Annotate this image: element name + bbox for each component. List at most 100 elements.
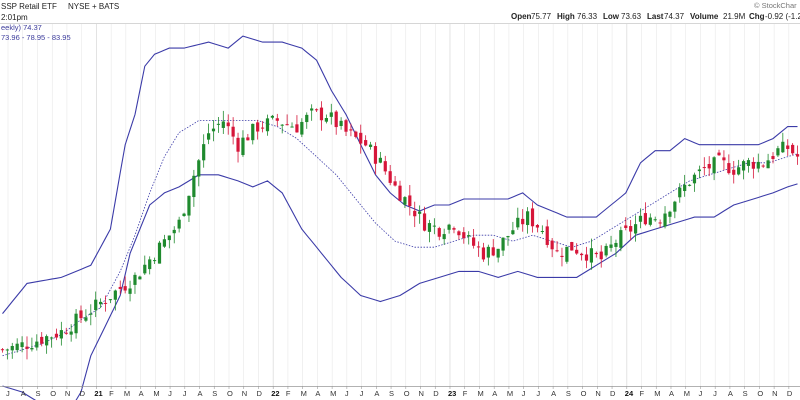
- candle-body: [648, 217, 652, 225]
- candle-body: [687, 184, 692, 186]
- candle: [295, 115, 299, 133]
- candle: [633, 215, 638, 242]
- candle: [344, 118, 348, 136]
- candle-body: [285, 124, 289, 126]
- candle: [545, 219, 549, 248]
- candle-body: [79, 310, 83, 319]
- candle-body: [256, 122, 260, 132]
- candle: [432, 218, 436, 235]
- candle-body: [393, 181, 397, 186]
- candle-body: [717, 152, 721, 156]
- candle-body: [128, 288, 132, 294]
- x-tick-label: M: [153, 389, 159, 398]
- candle: [153, 257, 157, 265]
- candle: [746, 157, 751, 173]
- candle-body: [89, 313, 93, 315]
- candle-body: [231, 126, 235, 137]
- candle-body: [226, 122, 230, 127]
- candle-body: [270, 115, 274, 118]
- candle: [604, 243, 608, 258]
- x-tick-label: M: [330, 389, 336, 398]
- candle: [265, 114, 270, 136]
- x-tick-label: O: [757, 389, 763, 398]
- candle-body: [25, 346, 29, 349]
- candle-body: [638, 215, 643, 222]
- candle: [530, 202, 535, 233]
- candle: [462, 227, 466, 244]
- candle: [10, 342, 14, 359]
- candle-body: [697, 169, 701, 172]
- candle: [30, 337, 34, 352]
- candle-body: [653, 219, 657, 221]
- x-tick-label: 21: [94, 389, 102, 398]
- candle: [314, 108, 319, 113]
- candle: [776, 145, 780, 157]
- candle: [511, 221, 515, 236]
- candle: [398, 180, 402, 201]
- candle: [383, 155, 387, 175]
- candle-body: [251, 123, 255, 141]
- candle: [177, 216, 181, 233]
- candle: [310, 104, 314, 121]
- candle-body: [624, 225, 628, 228]
- candle: [413, 201, 417, 228]
- candle-body: [5, 349, 9, 351]
- candle-body: [791, 144, 795, 154]
- watermark: © StockChar: [754, 1, 797, 10]
- candle: [349, 123, 353, 137]
- chg-value: -0.92 (-1.2: [765, 12, 800, 21]
- candle: [418, 205, 422, 224]
- candle: [560, 247, 564, 267]
- candle: [275, 113, 279, 127]
- candle-body: [334, 111, 338, 128]
- candle-body: [589, 248, 594, 263]
- bollinger-bands: [2, 35, 798, 400]
- candle: [540, 225, 544, 235]
- candle-body: [658, 222, 662, 224]
- candle-body: [452, 228, 456, 230]
- legend-price: eekly) 74.37: [1, 23, 42, 32]
- candle: [290, 122, 294, 128]
- x-axis: J A S O N D 21 F M A M J J A S O N D 22 F M A M J J A S O N D 23 F M A M J J…: [6, 386, 793, 398]
- candle-body: [260, 127, 265, 129]
- last-value: 74.37: [664, 12, 685, 21]
- candle: [496, 248, 500, 263]
- candle: [329, 103, 333, 125]
- candle-body: [54, 333, 59, 338]
- candle-body: [511, 230, 515, 235]
- candle-body: [187, 195, 191, 216]
- x-tick-label: 24: [625, 389, 634, 398]
- timestamp: 2:01pm: [1, 13, 28, 22]
- candle-body: [741, 161, 746, 171]
- candle-body: [290, 126, 294, 128]
- candle-body: [40, 336, 44, 344]
- x-tick-label: N: [772, 389, 777, 398]
- candle-body: [59, 330, 63, 339]
- candle-body: [45, 336, 49, 346]
- candle-body: [481, 247, 486, 260]
- candle: [162, 234, 167, 248]
- candle: [25, 336, 29, 360]
- candle: [643, 202, 647, 226]
- candle-body: [491, 247, 495, 256]
- candle-body: [756, 161, 760, 169]
- candle-body: [162, 239, 167, 247]
- candle-body: [354, 131, 358, 137]
- candle-body: [148, 259, 152, 270]
- candle: [211, 120, 216, 142]
- candle-body: [123, 286, 127, 291]
- x-tick-label: J: [698, 389, 702, 398]
- candle: [388, 165, 392, 186]
- candle-body: [20, 342, 24, 348]
- candle: [305, 112, 309, 129]
- candle-body: [30, 347, 34, 350]
- candle-body: [418, 211, 422, 214]
- candle-body: [584, 254, 589, 261]
- candle: [687, 184, 692, 187]
- candle: [49, 336, 54, 348]
- x-tick-label: S: [743, 389, 748, 398]
- candle-body: [305, 114, 309, 123]
- candle-body: [172, 229, 176, 234]
- candle-body: [118, 286, 122, 289]
- candle: [285, 114, 289, 126]
